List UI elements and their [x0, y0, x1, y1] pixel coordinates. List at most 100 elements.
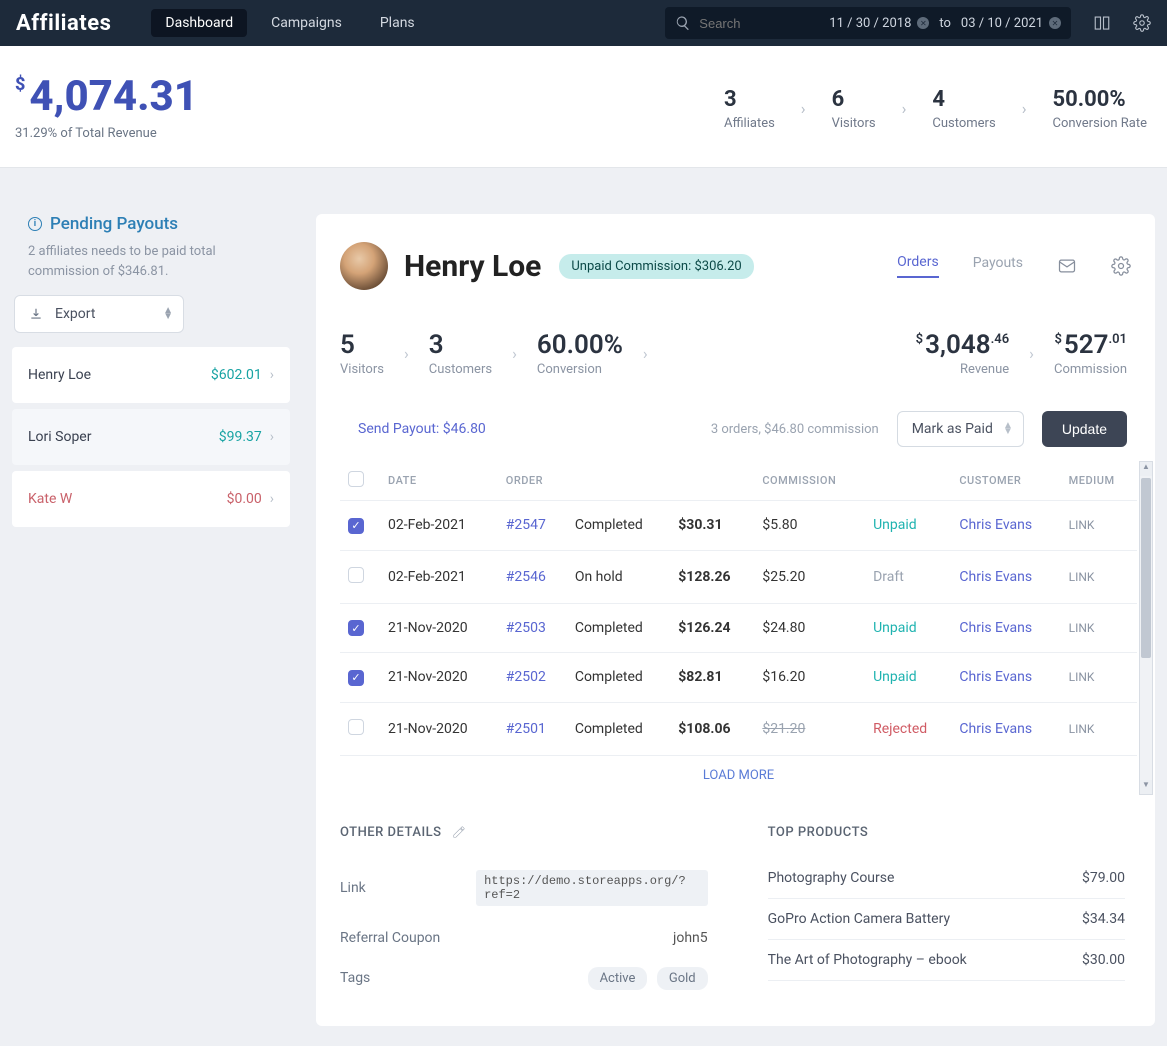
row-checkbox[interactable]	[348, 620, 364, 636]
customer-link[interactable]: Chris Evans	[959, 721, 1032, 737]
payout-actions: Send Payout: $46.80 3 orders, $46.80 com…	[340, 397, 1155, 461]
update-button[interactable]: Update	[1042, 411, 1127, 447]
dkpi-visitors: 5Visitors	[340, 330, 384, 377]
dkpi-conversion: 60.00%Conversion	[537, 330, 623, 377]
chevron-right-icon: ›	[643, 344, 648, 363]
affiliate-card: Henry Loe Unpaid Commission: $306.20 Ord…	[316, 214, 1155, 1026]
top-products: TOP PRODUCTS Photography Course$79.00GoP…	[768, 825, 1125, 998]
unpaid-commission-badge: Unpaid Commission: $306.20	[559, 254, 753, 279]
cell-date: 21-Nov-2020	[380, 603, 498, 653]
affiliate-amount: $0.00	[227, 491, 262, 507]
docs-icon[interactable]	[1093, 14, 1111, 32]
commission-status: Unpaid	[873, 669, 917, 685]
cell-commission: $21.20	[754, 702, 865, 755]
nav-campaigns[interactable]: Campaigns	[257, 9, 356, 37]
tab-orders[interactable]: Orders	[897, 254, 939, 278]
clear-from-icon[interactable]: ✕	[917, 17, 929, 29]
detail-row-coupon: Referral Coupon john5	[340, 918, 708, 958]
mark-as-paid-select[interactable]: Mark as Paid ▲▼	[897, 411, 1024, 447]
scroll-thumb[interactable]	[1141, 478, 1151, 658]
nav-dashboard[interactable]: Dashboard	[151, 9, 247, 37]
main-area: i Pending Payouts 2 affiliates needs to …	[0, 168, 1167, 1046]
settings-icon[interactable]	[1133, 14, 1151, 32]
dkpi-commission: $527.01Commission	[1054, 330, 1127, 377]
product-price: $79.00	[1082, 870, 1125, 886]
date-to[interactable]: 03 / 10 / 2021✕	[961, 16, 1061, 31]
product-name: The Art of Photography – ebook	[768, 952, 967, 968]
detail-row-link: Link https://demo.storeapps.org/?ref=2	[340, 858, 708, 918]
order-link[interactable]: #2546	[506, 569, 546, 585]
chevron-right-icon: ›	[512, 344, 517, 363]
chevron-updown-icon: ▲▼	[1003, 423, 1013, 435]
scroll-down-icon[interactable]: ▼	[1140, 780, 1152, 794]
export-button[interactable]: Export ▲▼	[14, 295, 184, 333]
customer-link[interactable]: Chris Evans	[959, 669, 1032, 685]
search-input[interactable]	[699, 16, 819, 31]
commission-status: Unpaid	[873, 620, 917, 636]
row-checkbox[interactable]	[348, 719, 364, 735]
cell-order-status: Completed	[567, 603, 670, 653]
table-row: 21-Nov-2020#2502Completed$82.81$16.20Unp…	[340, 653, 1137, 703]
kpi-visitors: 6Visitors	[832, 87, 876, 131]
order-link[interactable]: #2502	[506, 669, 546, 685]
info-icon: i	[28, 217, 42, 231]
col-medium: MEDIUM	[1061, 461, 1137, 501]
row-checkbox[interactable]	[348, 670, 364, 686]
date-from[interactable]: 11 / 30 / 2018✕	[829, 16, 929, 31]
chevron-right-icon: ›	[270, 367, 274, 383]
customer-link[interactable]: Chris Evans	[959, 569, 1032, 585]
commission-status: Draft	[873, 569, 904, 585]
tags: Active Gold	[582, 970, 708, 986]
detail-label: Link	[340, 880, 476, 896]
row-checkbox[interactable]	[348, 518, 364, 534]
top-products-heading: TOP PRODUCTS	[768, 825, 1125, 840]
sidebar: i Pending Payouts 2 affiliates needs to …	[12, 214, 290, 533]
cell-medium: LINK	[1061, 702, 1137, 755]
customer-link[interactable]: Chris Evans	[959, 620, 1032, 636]
cell-date: 21-Nov-2020	[380, 653, 498, 703]
cell-order-total: $108.06	[670, 702, 754, 755]
affiliate-item[interactable]: Henry Loe $602.01 ›	[12, 347, 290, 403]
order-link[interactable]: #2503	[506, 620, 546, 636]
search-wrap: 11 / 30 / 2018✕ to 03 / 10 / 2021✕	[665, 7, 1071, 39]
other-details: OTHER DETAILS Link https://demo.storeapp…	[340, 825, 708, 998]
affiliate-item[interactable]: Lori Soper $99.37 ›	[12, 409, 290, 465]
scroll-up-icon[interactable]: ▲	[1140, 462, 1152, 476]
chevron-right-icon: ›	[1029, 344, 1034, 363]
pending-payouts-heading: i Pending Payouts	[12, 214, 290, 242]
product-price: $34.34	[1082, 911, 1125, 927]
product-name: GoPro Action Camera Battery	[768, 911, 950, 927]
customer-link[interactable]: Chris Evans	[959, 517, 1032, 533]
mail-icon[interactable]	[1057, 256, 1077, 276]
kpi-chain: 3Affiliates › 6Visitors › 4Customers › 5…	[724, 87, 1147, 131]
affiliate-name: Henry Loe	[28, 367, 91, 383]
referral-link[interactable]: https://demo.storeapps.org/?ref=2	[476, 870, 708, 906]
cell-order-status: On hold	[567, 550, 670, 603]
kpi-bar: $4,074.31 31.29% of Total Revenue 3Affil…	[0, 46, 1167, 168]
product-row: GoPro Action Camera Battery $34.34	[768, 899, 1125, 940]
chevron-updown-icon: ▲▼	[163, 308, 173, 320]
dkpi-revenue: $3,048.46Revenue	[916, 330, 1010, 377]
gear-icon[interactable]	[1111, 256, 1131, 276]
commission-status: Rejected	[873, 721, 927, 737]
select-all-checkbox[interactable]	[348, 471, 364, 487]
product-row: The Art of Photography – ebook$30.00	[768, 940, 1125, 981]
row-checkbox[interactable]	[348, 567, 364, 583]
send-payout-link[interactable]: Send Payout: $46.80	[358, 421, 486, 437]
cell-medium: LINK	[1061, 603, 1137, 653]
affiliate-item[interactable]: Kate W $0.00 ›	[12, 471, 290, 527]
revenue-subtext: 31.29% of Total Revenue	[15, 126, 198, 141]
cell-order-total: $128.26	[670, 550, 754, 603]
load-more-button[interactable]: LOAD MORE	[340, 756, 1137, 795]
cell-order-status: Completed	[567, 653, 670, 703]
edit-icon[interactable]	[452, 825, 466, 839]
tab-payouts[interactable]: Payouts	[973, 255, 1023, 277]
table-row: 02-Feb-2021#2547Completed$30.31$5.80Unpa…	[340, 501, 1137, 551]
order-link[interactable]: #2547	[506, 517, 546, 533]
order-link[interactable]: #2501	[506, 721, 546, 737]
cell-date: 21-Nov-2020	[380, 702, 498, 755]
orders-table: DATE ORDER COMMISSION CUSTOMER MEDIUM 02…	[340, 461, 1137, 756]
nav-plans[interactable]: Plans	[366, 9, 429, 37]
clear-to-icon[interactable]: ✕	[1049, 17, 1061, 29]
scrollbar[interactable]: ▲ ▼	[1139, 461, 1153, 795]
